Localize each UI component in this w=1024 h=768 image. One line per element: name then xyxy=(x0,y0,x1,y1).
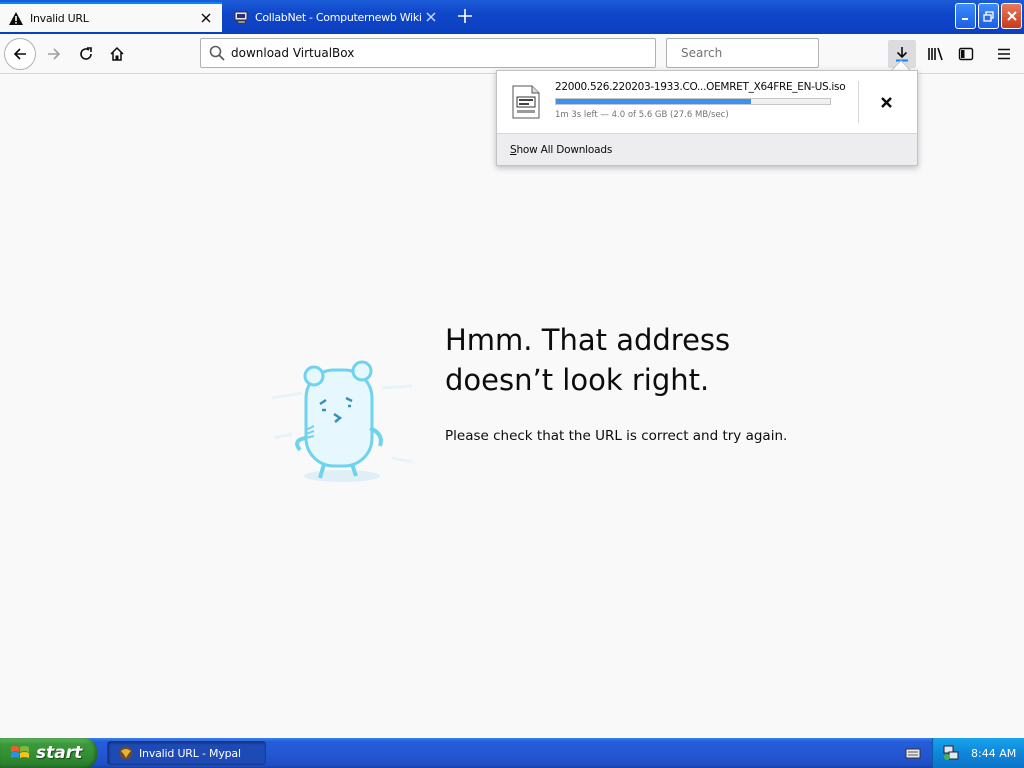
download-filename: 22000.526.220203-1933.CO...OEMRET_X64FRE… xyxy=(555,81,846,93)
home-icon xyxy=(110,46,124,61)
forward-arrow-icon xyxy=(48,48,61,60)
tab-bar: Invalid URL CollabNet - Computernewb Wik… xyxy=(0,0,1024,34)
network-icon[interactable] xyxy=(943,745,959,761)
tab-title: CollabNet - Computernewb Wiki xyxy=(255,10,422,24)
hamburger-menu-icon xyxy=(998,48,1010,60)
home-button[interactable] xyxy=(101,38,133,70)
download-status: 1m 3s left — 4.0 of 5.6 GB (27.6 MB/sec) xyxy=(555,110,729,120)
download-item[interactable]: 22000.526.220203-1933.CO...OEMRET_X64FRE… xyxy=(497,71,917,133)
confused-creature-illustration xyxy=(262,338,422,488)
search-icon xyxy=(209,45,225,61)
download-progress-bar xyxy=(555,98,831,105)
minimize-button[interactable] xyxy=(955,3,976,29)
error-title-line2: doesn’t look right. xyxy=(445,363,710,397)
back-arrow-icon xyxy=(13,48,26,60)
restore-button[interactable] xyxy=(978,3,999,29)
tab-title: Invalid URL xyxy=(30,11,89,25)
error-title: Hmm. That address doesn’t look right. xyxy=(445,320,825,400)
collabnet-icon xyxy=(233,9,249,25)
search-bar[interactable] xyxy=(666,38,831,68)
keyboard-icon[interactable] xyxy=(905,746,921,760)
start-button[interactable]: start xyxy=(0,738,97,768)
iso-file-icon xyxy=(512,85,540,119)
navigation-toolbar xyxy=(0,34,1024,74)
close-icon xyxy=(880,96,892,108)
url-input[interactable] xyxy=(231,46,655,60)
clock: 8:44 AM xyxy=(971,746,1017,760)
warning-icon xyxy=(8,10,24,26)
reload-button[interactable] xyxy=(70,38,102,70)
windows-logo-icon xyxy=(11,746,29,758)
library-button[interactable] xyxy=(920,38,952,70)
system-tray: 8:44 AM xyxy=(932,738,1024,768)
menu-button[interactable] xyxy=(988,38,1020,70)
download-progress-fill xyxy=(556,99,751,104)
error-description: Please check that the URL is correct and… xyxy=(445,428,788,444)
downloads-panel: 22000.526.220203-1933.CO...OEMRET_X64FRE… xyxy=(496,70,918,166)
close-icon[interactable] xyxy=(423,9,439,25)
window-close-button[interactable] xyxy=(1001,3,1022,29)
mypal-icon xyxy=(119,746,133,760)
tab-invalid-url[interactable]: Invalid URL xyxy=(0,2,222,32)
sidebar-icon xyxy=(958,47,974,61)
divider xyxy=(858,81,859,123)
new-tab-button[interactable] xyxy=(452,4,478,30)
search-input[interactable] xyxy=(681,46,831,60)
show-all-downloads-button[interactable]: Show All Downloads xyxy=(497,133,917,165)
url-bar[interactable] xyxy=(200,38,656,68)
download-arrow-icon xyxy=(896,47,908,62)
taskbar: start Invalid URL - Mypal 8:44 AM xyxy=(0,738,1024,768)
reload-icon xyxy=(80,47,92,60)
start-label: start xyxy=(36,743,83,763)
error-title-line1: Hmm. That address xyxy=(445,323,731,357)
close-icon[interactable] xyxy=(198,10,214,26)
forward-button[interactable] xyxy=(38,38,70,70)
taskbar-item-mypal[interactable]: Invalid URL - Mypal xyxy=(107,741,266,765)
back-button[interactable] xyxy=(4,38,36,70)
show-all-downloads-label: Show All Downloads xyxy=(510,143,613,156)
cancel-download-button[interactable] xyxy=(873,89,899,115)
sidebar-button[interactable] xyxy=(950,38,982,70)
tab-collabnet[interactable]: CollabNet - Computernewb Wiki xyxy=(225,2,447,32)
taskbar-item-label: Invalid URL - Mypal xyxy=(139,746,241,760)
library-icon xyxy=(928,47,943,61)
